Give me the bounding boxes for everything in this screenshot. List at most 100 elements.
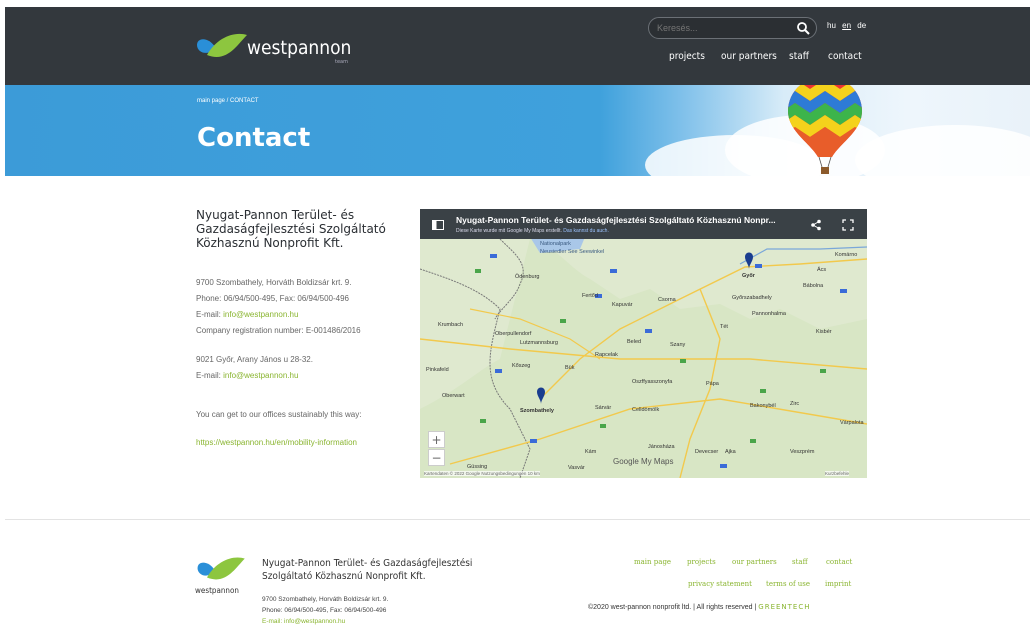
- map-place-label: Nationalpark: [540, 241, 571, 247]
- cloud-shape: [855, 125, 1030, 176]
- map-place-label: Devecser: [695, 449, 719, 455]
- map-title: Nyugat-Pannon Terület- és Gazdaságfejles…: [456, 215, 776, 225]
- embedded-map[interactable]: Nyugat-Pannon Terület- és Gazdaságfejles…: [420, 209, 867, 478]
- email2-link[interactable]: info@westpannon.hu: [223, 371, 298, 380]
- map-place-label: Kisbér: [816, 329, 832, 335]
- map-place-label: Celldömölk: [632, 407, 660, 413]
- footer-logo[interactable]: westpannon: [195, 553, 253, 599]
- map-attribution[interactable]: Kartendaten © 2022 Google Nutzungsbeding…: [424, 471, 540, 476]
- zoom-in-button[interactable]: +: [428, 431, 445, 448]
- map-place-label: Veszprém: [790, 449, 815, 455]
- logo-text: westpannon: [247, 37, 352, 59]
- footer-link-projects[interactable]: projects: [687, 558, 716, 566]
- footer-divider: [5, 519, 1030, 520]
- phone-line: Phone: 06/94/500-495, Fax: 06/94/500-496: [196, 294, 350, 303]
- map-canvas[interactable]: [420, 209, 867, 478]
- map-place-label: Oberwart: [442, 393, 465, 399]
- zoom-out-button[interactable]: −: [428, 449, 445, 466]
- share-icon[interactable]: [810, 219, 822, 231]
- footer-org-name: Nyugat-Pannon Terület- és Gazdaságfejles…: [262, 558, 473, 582]
- map-place-label: Szany: [670, 342, 686, 348]
- logo-leaf-icon: [197, 557, 245, 580]
- footer-email[interactable]: E-mail: info@westpannon.hu: [262, 618, 345, 625]
- map-place-label: Győrszabadhely: [732, 295, 772, 301]
- sustainability-text: You can get to our offices sustainably t…: [196, 410, 362, 419]
- map-place-label: Kőszeg: [512, 363, 531, 369]
- google-my-maps-brand: Google My Maps: [613, 457, 674, 466]
- nav-projects[interactable]: projects: [669, 51, 705, 62]
- map-place-label: Güssing: [467, 464, 488, 470]
- map-place-label: Ödenburg: [515, 274, 540, 280]
- email-link[interactable]: info@westpannon.hu: [223, 310, 298, 319]
- map-shortcuts-link[interactable]: Kurzbefehle: [825, 471, 850, 476]
- search-icon[interactable]: [796, 21, 810, 35]
- hot-air-balloon-image: [788, 85, 862, 174]
- email-label: E-mail:: [196, 310, 224, 319]
- address2-line: 9021 Győr, Arany János u 28-32.: [196, 355, 313, 364]
- organization-name: Nyugat-Pannon Terület- és Gazdaságfejles…: [196, 208, 386, 250]
- email-line: E-mail: info@westpannon.hu: [196, 309, 298, 320]
- site-logo[interactable]: westpannon team: [195, 29, 365, 73]
- map-place-label: Kám: [585, 449, 597, 455]
- copyright-text: ©2020 west-pannon nonprofit ltd. | All r…: [588, 604, 759, 611]
- fullscreen-icon[interactable]: [842, 219, 854, 231]
- map-place-label: Komárno: [835, 252, 858, 258]
- map-place-label: Krumbach: [438, 322, 464, 328]
- map-place-label: Jánosháza: [648, 444, 675, 450]
- map-place-label: Lutzmannsburg: [520, 340, 558, 346]
- lang-en[interactable]: en: [842, 21, 851, 30]
- search-input[interactable]: [657, 20, 787, 36]
- map-place-label: Tét: [720, 324, 728, 330]
- map-subtitle: Diese Karte wurde mit Google My Maps ers…: [456, 228, 609, 234]
- map-sidebar-icon[interactable]: [432, 220, 444, 230]
- footer-link-contact[interactable]: contact: [826, 558, 852, 566]
- map-place-label: Neusiedler See Seewinkel: [540, 249, 605, 255]
- nav-our-partners[interactable]: our partners: [721, 51, 777, 62]
- lang-hu[interactable]: hu: [827, 21, 836, 30]
- footer-link-imprint[interactable]: imprint: [825, 580, 851, 588]
- site-header: westpannon team hu en de projects our pa…: [5, 7, 1030, 85]
- footer-link-terms[interactable]: terms of use: [766, 580, 810, 588]
- map-place-label: Pápa: [706, 381, 719, 387]
- breadcrumb[interactable]: main page / CONTACT: [197, 98, 259, 104]
- map-place-label: Oszffyasszonyfa: [632, 379, 673, 385]
- email2-line: E-mail: info@westpannon.hu: [196, 370, 298, 381]
- nav-staff[interactable]: staff: [789, 51, 809, 62]
- map-place-label: Fertőd: [582, 293, 598, 299]
- map-place-label: Rapcelak: [595, 352, 618, 358]
- nav-contact[interactable]: contact: [828, 51, 862, 62]
- map-place-label: Ajka: [725, 449, 736, 455]
- footer-link-staff[interactable]: staff: [792, 558, 808, 566]
- logo-leaf-icon: [197, 33, 247, 57]
- logo-subtext: team: [335, 59, 348, 65]
- footer-link-our-partners[interactable]: our partners: [732, 558, 777, 566]
- map-subtitle-text: Diese Karte wurde mit Google My Maps ers…: [456, 228, 562, 234]
- map-place-label: Bük: [565, 365, 575, 371]
- map-place-label: Pannonhalma: [752, 311, 786, 317]
- map-place-label: Szombathely: [520, 408, 554, 414]
- footer-phone: Phone: 06/94/500-495, Fax: 06/94/500-496: [262, 607, 387, 614]
- map-place-label: Vasvár: [568, 465, 585, 471]
- map-place-label: Sárvár: [595, 405, 612, 411]
- map-header: Nyugat-Pannon Terület- és Gazdaságfejles…: [420, 209, 867, 239]
- footer-link-privacy[interactable]: privacy statement: [688, 580, 752, 588]
- map-subtitle-link[interactable]: Das kannst du auch.: [563, 228, 609, 234]
- mobility-link[interactable]: https://westpannon.hu/en/mobility-inform…: [196, 437, 357, 448]
- footer-logo-text: westpannon: [195, 586, 239, 595]
- map-place-label: Győr: [742, 273, 755, 279]
- map-place-label: Oberpullendorf: [495, 331, 532, 337]
- map-place-label: Bábolna: [803, 283, 824, 289]
- greentech-logo[interactable]: GREENTECH: [758, 603, 810, 611]
- copyright: ©2020 west-pannon nonprofit ltd. | All r…: [588, 603, 811, 611]
- map-place-label: Várpalota: [840, 420, 864, 426]
- map-place-label: Bakonybél: [750, 403, 776, 409]
- footer-link-main-page[interactable]: main page: [634, 558, 671, 566]
- email2-label: E-mail:: [196, 371, 224, 380]
- map-place-label: Kapuvár: [612, 302, 633, 308]
- search-box: [648, 17, 817, 39]
- registration-line: Company registration number: E-001486/20…: [196, 326, 361, 335]
- map-place-label: Csorna: [658, 297, 676, 303]
- language-switcher: hu en de: [827, 21, 870, 30]
- lang-de[interactable]: de: [857, 21, 866, 30]
- map-place-label: Ács: [817, 267, 827, 273]
